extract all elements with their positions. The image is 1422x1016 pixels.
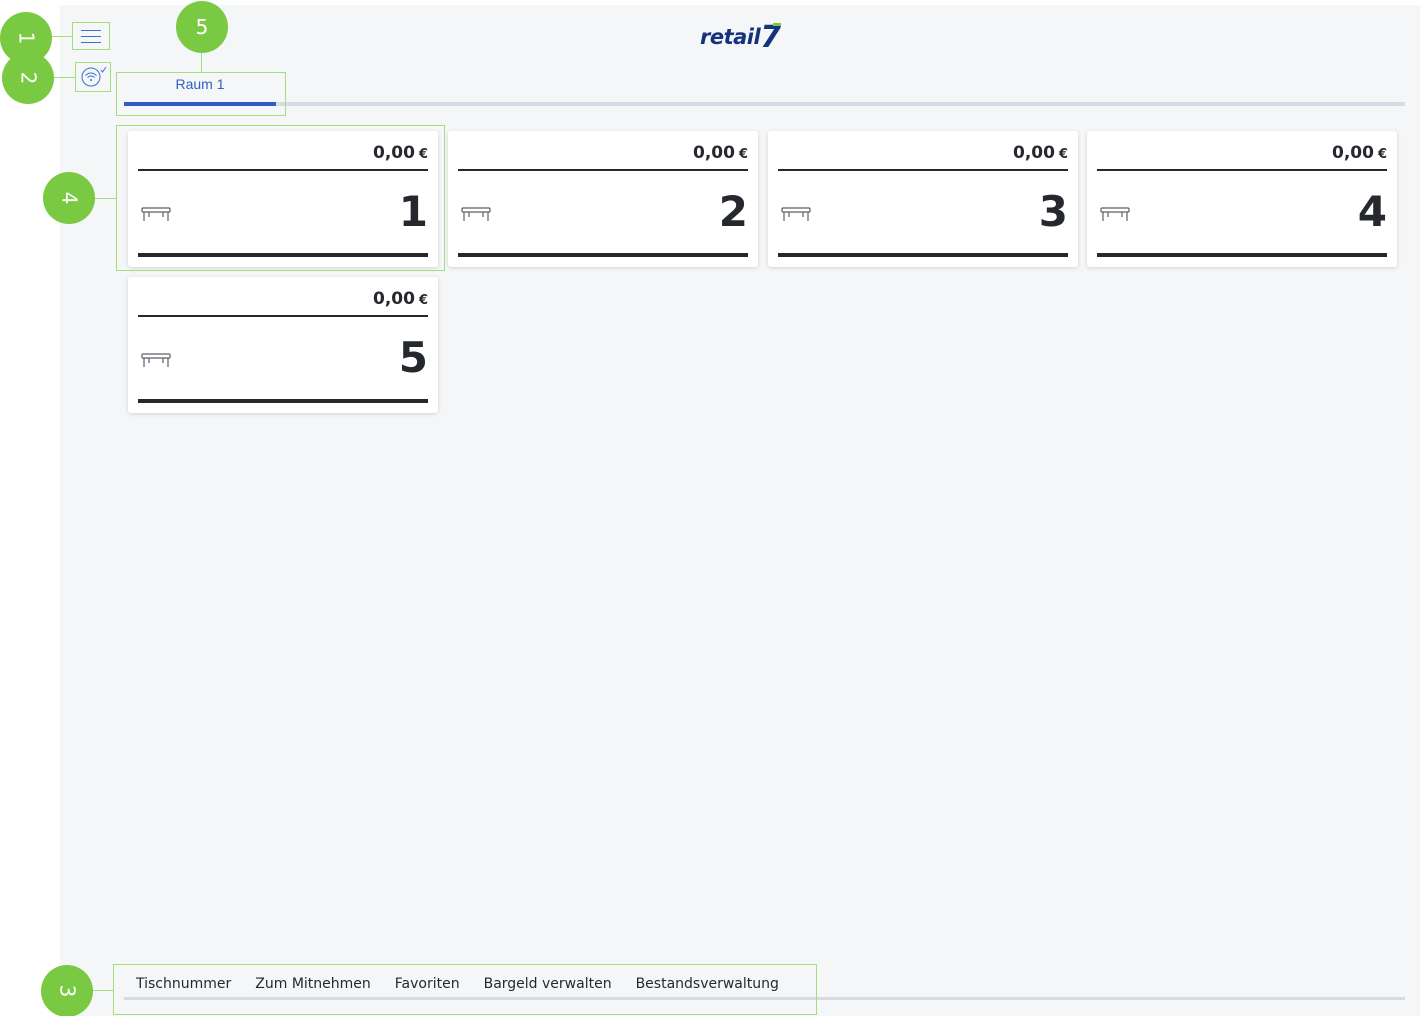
highlight-menu (72, 22, 110, 50)
table-icon (1100, 207, 1130, 221)
tab-bar-track (124, 102, 1405, 106)
callout-2: 2 (2, 52, 54, 104)
highlight-wifi (75, 62, 111, 92)
table-amount: 0,00 € (1013, 143, 1068, 163)
table-card-2[interactable]: 0,00 € 2 (448, 131, 758, 267)
callout-3: 3 (41, 965, 93, 1016)
table-card-4[interactable]: 0,00 € 4 (1087, 131, 1397, 267)
table-number: 2 (718, 187, 748, 236)
highlight-bottom-nav (113, 964, 817, 1015)
table-number: 5 (398, 333, 428, 382)
table-amount: 0,00 € (693, 143, 748, 163)
table-icon (781, 207, 811, 221)
highlight-table-card (116, 125, 445, 271)
retail7-logo: retail7 (700, 20, 781, 55)
table-card-3[interactable]: 0,00 € 3 (768, 131, 1078, 267)
callout-4: 4 (43, 172, 95, 224)
table-number: 4 (1357, 187, 1387, 236)
table-number: 3 (1038, 187, 1068, 236)
table-amount: 0,00 € (1332, 143, 1387, 163)
highlight-tab (116, 72, 286, 116)
callout-5: 5 (176, 1, 228, 53)
table-card-5[interactable]: 0,00 € 5 (128, 277, 438, 413)
table-icon (141, 353, 171, 367)
table-amount: 0,00 € (373, 289, 428, 309)
table-icon (461, 207, 491, 221)
